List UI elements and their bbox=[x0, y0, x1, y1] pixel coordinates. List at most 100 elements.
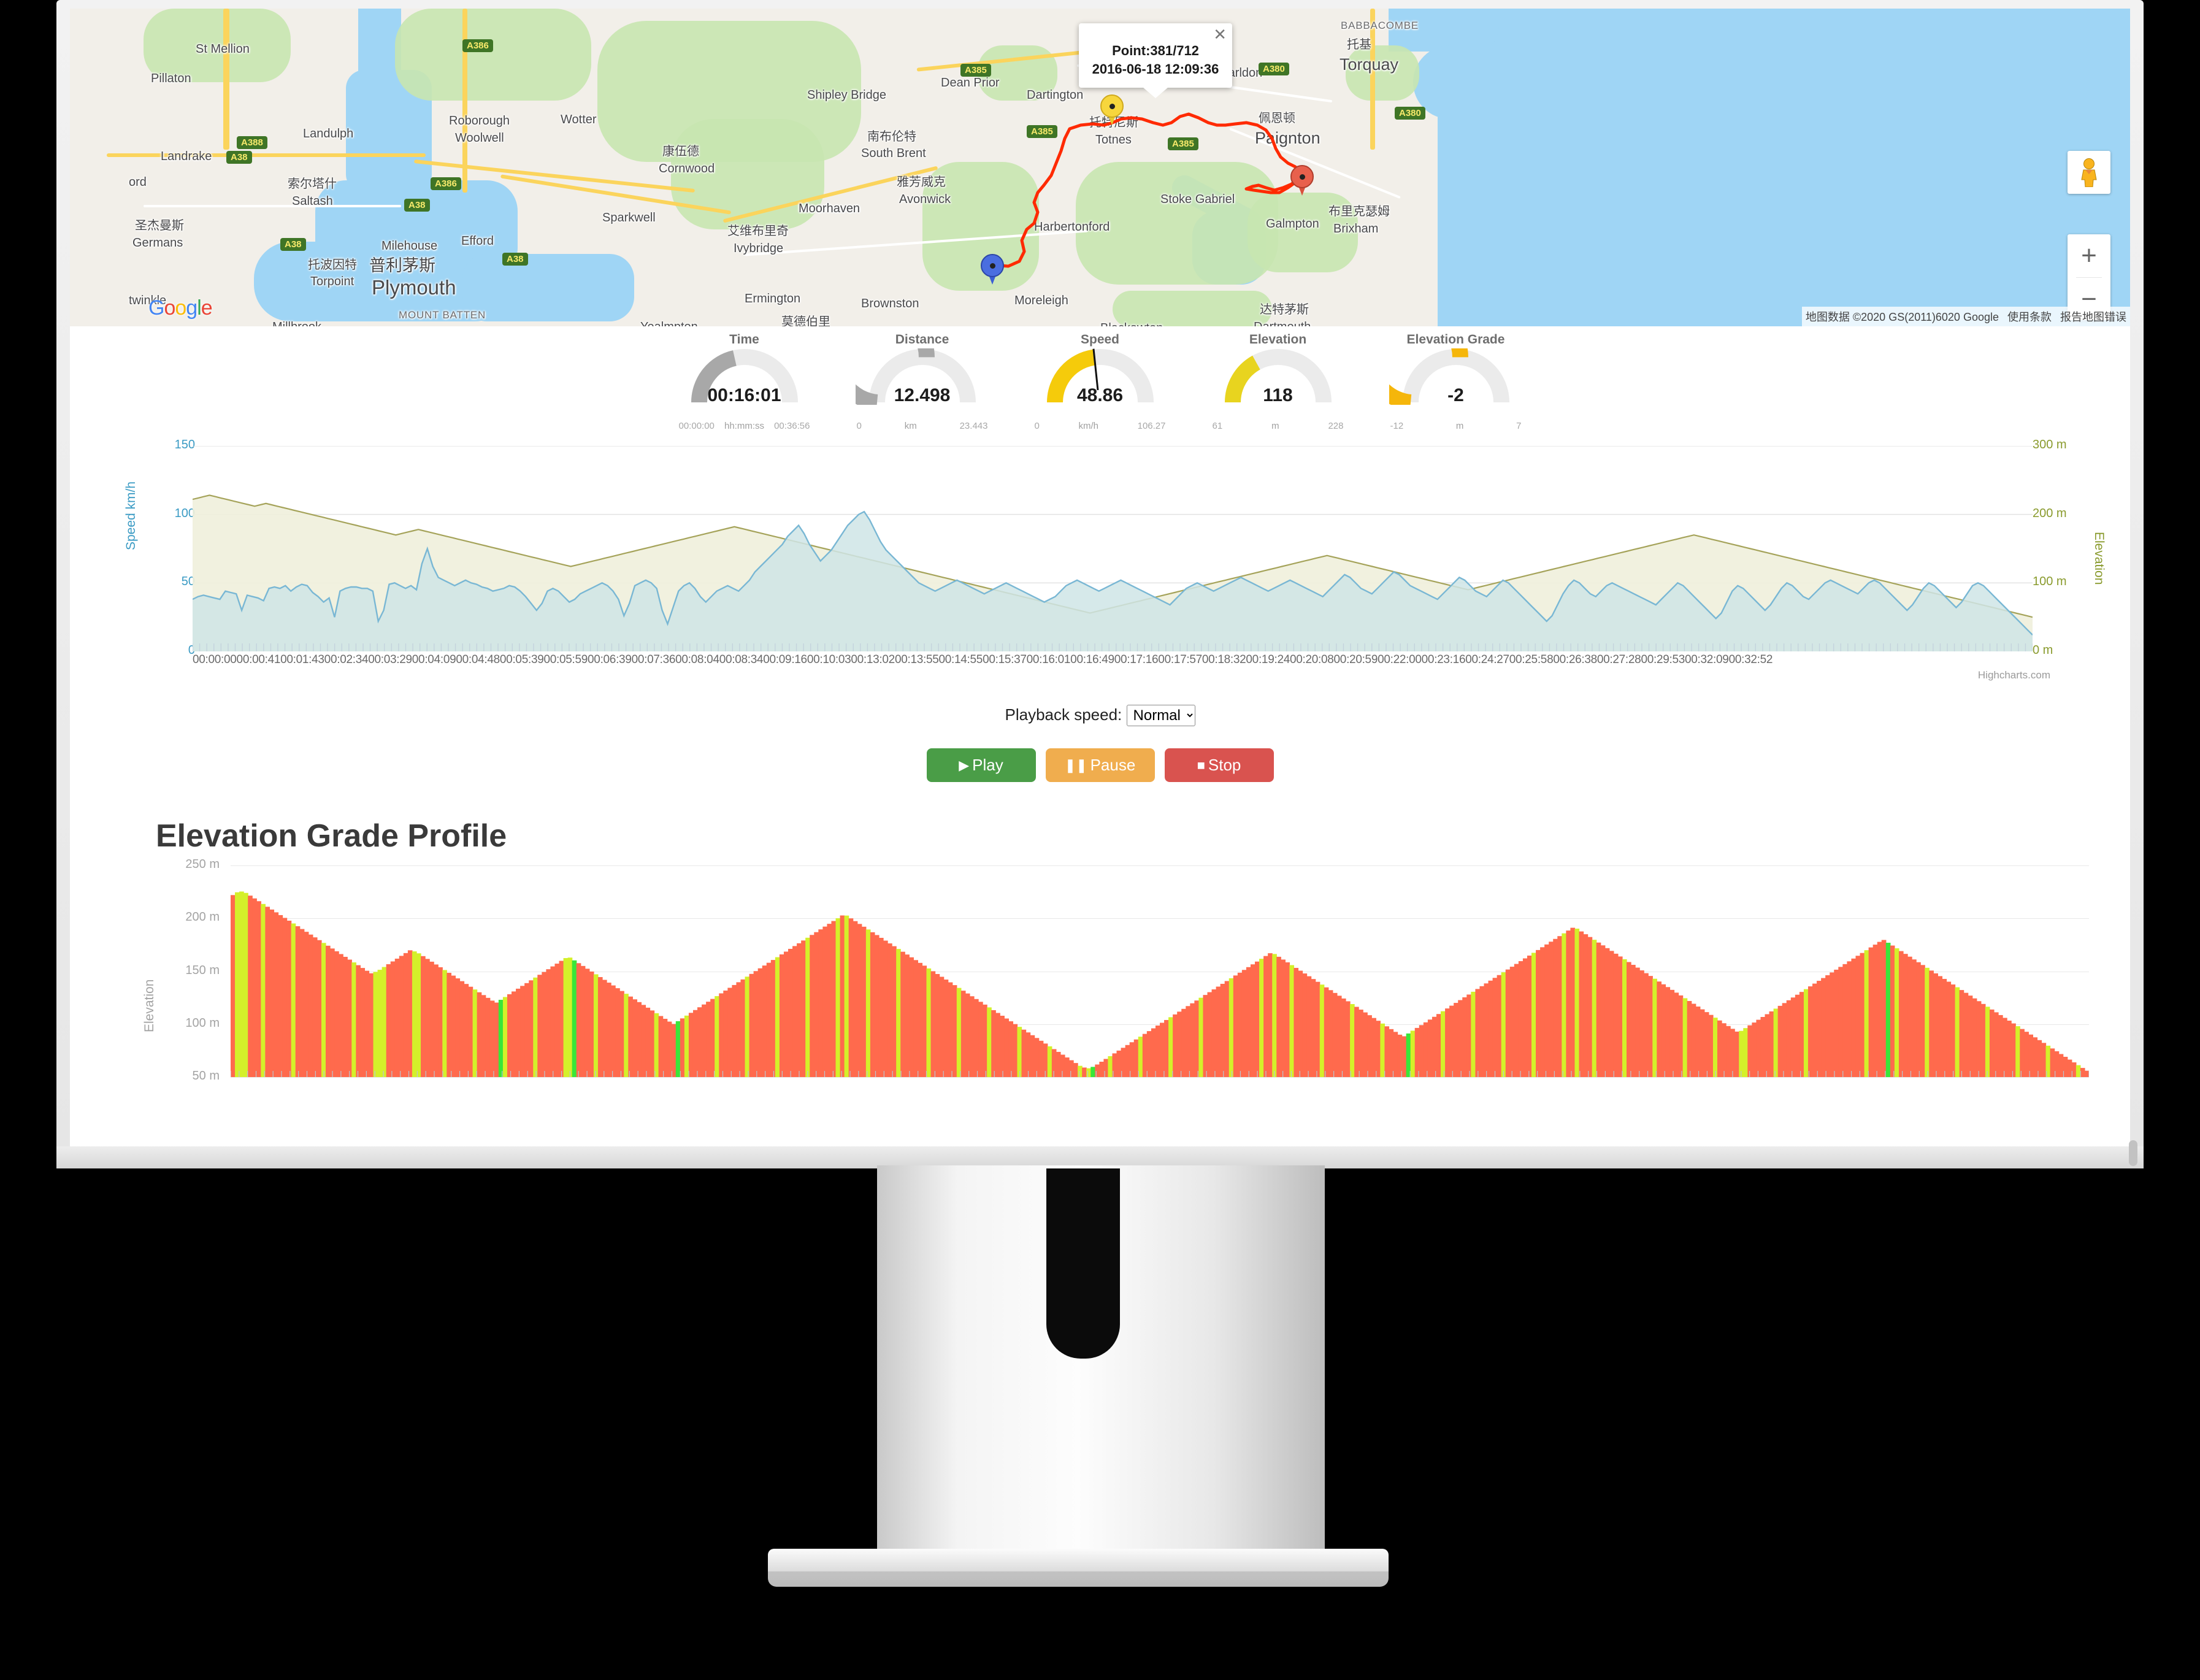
current-position-marker[interactable] bbox=[1100, 94, 1124, 126]
gauge-value: -2 bbox=[1447, 385, 1464, 405]
map-place-label: Milehouse bbox=[381, 239, 438, 253]
speed-tick: 50 bbox=[181, 575, 195, 589]
map-place-label: Harbertonford bbox=[1034, 220, 1110, 234]
road-shield: A388 bbox=[237, 136, 267, 149]
map-place-label: Germans bbox=[132, 236, 183, 250]
gauge-min: 0 bbox=[1034, 421, 1040, 431]
map-place-label: 康伍德 bbox=[662, 145, 699, 158]
road-shield: A38 bbox=[502, 253, 528, 266]
map-place-label: 佩恩顿 bbox=[1259, 112, 1295, 125]
map-place-label: Brixham bbox=[1333, 222, 1379, 236]
map-place-label: Paignton bbox=[1255, 129, 1320, 147]
playback-buttons: ▶ Play ❚❚ Pause ■ Stop bbox=[70, 726, 2130, 782]
gauge-value: 00:16:01 bbox=[707, 385, 781, 405]
gauge-title: Distance bbox=[895, 332, 949, 347]
elevation-grade-profile-chart[interactable]: Elevation 50 m 100 m 150 m 200 m 250 m bbox=[70, 854, 2130, 1118]
egp-axis-title: Elevation bbox=[142, 979, 156, 1032]
map-place-label: Wotter bbox=[561, 113, 597, 126]
map-place-label: Yealmpton bbox=[640, 320, 698, 326]
playback-speed-select[interactable]: NormalFastSlow bbox=[1126, 705, 1195, 726]
map-place-label: Dartmouth bbox=[1254, 320, 1311, 326]
info-point-label: Point:381/712 bbox=[1112, 43, 1199, 58]
gauge-max: 228 bbox=[1328, 421, 1344, 431]
gauge-unit: m bbox=[1455, 421, 1464, 431]
zoom-in-button[interactable]: + bbox=[2068, 234, 2110, 277]
time-axis-labels: 00:00:0000:00:4100:01:4300:02:3400:03:29… bbox=[193, 653, 1773, 666]
map-place-label: Brownston bbox=[861, 297, 919, 310]
map-place-label: Shipley Bridge bbox=[807, 88, 886, 102]
google-map[interactable]: St Mellion Pillaton Landulph Landrake ord 索尔塔… bbox=[70, 9, 2130, 326]
pause-icon: ❚❚ bbox=[1064, 757, 1087, 773]
elevation-tick: 300 m bbox=[2033, 438, 2067, 451]
monitor-frame: St Mellion Pillaton Landulph Landrake ord 索尔塔… bbox=[0, 0, 2200, 1680]
attribution-terms[interactable]: 使用条款 bbox=[2007, 309, 2052, 324]
map-place-label: Cornwood bbox=[659, 162, 715, 175]
map-place-label: BABBACOMBE bbox=[1341, 20, 1419, 31]
stop-button[interactable]: ■ Stop bbox=[1164, 748, 1274, 782]
elevation-tick: 200 m bbox=[2033, 506, 2067, 520]
map-place-label: 布里克瑟姆 bbox=[1328, 205, 1390, 218]
road-shield: A380 bbox=[1395, 107, 1425, 120]
gauge-time: Time 00:16:01 00:00:00 hh:mm:ss 00:36:56 bbox=[678, 332, 811, 431]
highcharts-credit: Highcharts.com bbox=[1977, 669, 2050, 681]
road-shield: A380 bbox=[1259, 63, 1289, 75]
play-button[interactable]: ▶ Play bbox=[926, 748, 1036, 782]
speed-tick: 0 bbox=[188, 643, 195, 657]
speed-elevation-chart[interactable]: Speed km/h Elevation 0 50 100 150 0 m 100 m 2… bbox=[70, 434, 2130, 691]
map-attribution: 地图数据 ©2020 GS(2011)6020 Google 使用条款 报告地图… bbox=[1801, 307, 2130, 326]
map-place-label: 南布伦特 bbox=[867, 130, 916, 144]
info-timestamp: 2016-06-18 12:09:36 bbox=[1092, 61, 1219, 77]
road-shield: A386 bbox=[462, 39, 493, 52]
gauge-min: -12 bbox=[1390, 421, 1404, 431]
google-logo: Google bbox=[148, 296, 213, 320]
stop-button-label: Stop bbox=[1208, 756, 1241, 774]
gauge-scale: 0 km 23.443 bbox=[856, 421, 989, 431]
street-view-pegman-icon[interactable] bbox=[2068, 151, 2110, 194]
elevation-tick: 0 m bbox=[2033, 643, 2053, 657]
map-place-label: Moorhaven bbox=[799, 202, 860, 215]
gauge-arc: 12.498 bbox=[827, 304, 989, 410]
start-marker[interactable] bbox=[981, 254, 1004, 286]
map-place-label: Galmpton bbox=[1266, 217, 1319, 231]
road-shield: A385 bbox=[1027, 125, 1057, 138]
gauge-arc: 00:16:01 bbox=[678, 348, 811, 405]
map-place-label: 达特茅斯 bbox=[1260, 303, 1309, 316]
speed-axis-title: Speed km/h bbox=[124, 481, 138, 550]
map-place-label: Woolwell bbox=[455, 131, 504, 145]
map-place-label: Moreleigh bbox=[1014, 294, 1068, 307]
gauge-title: Time bbox=[729, 332, 759, 347]
pause-button[interactable]: ❚❚ Pause bbox=[1045, 748, 1155, 782]
map-place-label: Millbrook bbox=[272, 320, 321, 326]
gauge-arc: 118 bbox=[1211, 348, 1345, 405]
gauge-scale: 00:00:00 hh:mm:ss 00:36:56 bbox=[678, 421, 811, 431]
gauge-scale: -12 m 7 bbox=[1389, 421, 1523, 431]
speed-elevation-plot bbox=[193, 446, 2033, 651]
road-shield: A38 bbox=[226, 151, 252, 164]
end-marker[interactable] bbox=[1290, 165, 1314, 197]
stop-icon: ■ bbox=[1197, 757, 1205, 773]
map-place-label: 艾维布里奇 bbox=[727, 224, 789, 238]
pause-button-label: Pause bbox=[1090, 756, 1136, 774]
gauge-title: Elevation bbox=[1249, 332, 1307, 347]
gauge-max: 106.27 bbox=[1137, 421, 1166, 431]
playback-speed-label: Playback speed: bbox=[1005, 705, 1122, 724]
gauge-elevation: Elevation 118 61 m 228 bbox=[1211, 332, 1345, 431]
gauge-min: 00:00:00 bbox=[678, 421, 715, 431]
scrollbar-thumb[interactable] bbox=[2129, 1140, 2137, 1166]
egp-tick: 200 m bbox=[185, 910, 220, 924]
map-place-label: Sparkwell bbox=[602, 211, 656, 224]
map-place-label: 普利茅斯 bbox=[369, 256, 435, 275]
gauge-scale: 0 km/h 106.27 bbox=[1033, 421, 1167, 431]
map-place-label: Totnes bbox=[1095, 133, 1132, 147]
map-place-label: 托波因特 bbox=[308, 258, 357, 272]
map-place-label: ord bbox=[129, 175, 147, 189]
road-shield: A385 bbox=[1168, 137, 1198, 150]
map-place-label: 托基 bbox=[1347, 38, 1371, 52]
close-icon[interactable]: ✕ bbox=[1213, 26, 1227, 42]
gauge-unit: km bbox=[904, 421, 917, 431]
gauge-min: 61 bbox=[1212, 421, 1223, 431]
map-place-label: 莫德伯里 bbox=[781, 315, 830, 326]
gauge-speed: Speed 48.86 0 km/h 106.27 bbox=[1033, 332, 1167, 431]
map-place-label: Pillaton bbox=[151, 72, 191, 85]
attribution-report[interactable]: 报告地图错误 bbox=[2060, 309, 2126, 324]
